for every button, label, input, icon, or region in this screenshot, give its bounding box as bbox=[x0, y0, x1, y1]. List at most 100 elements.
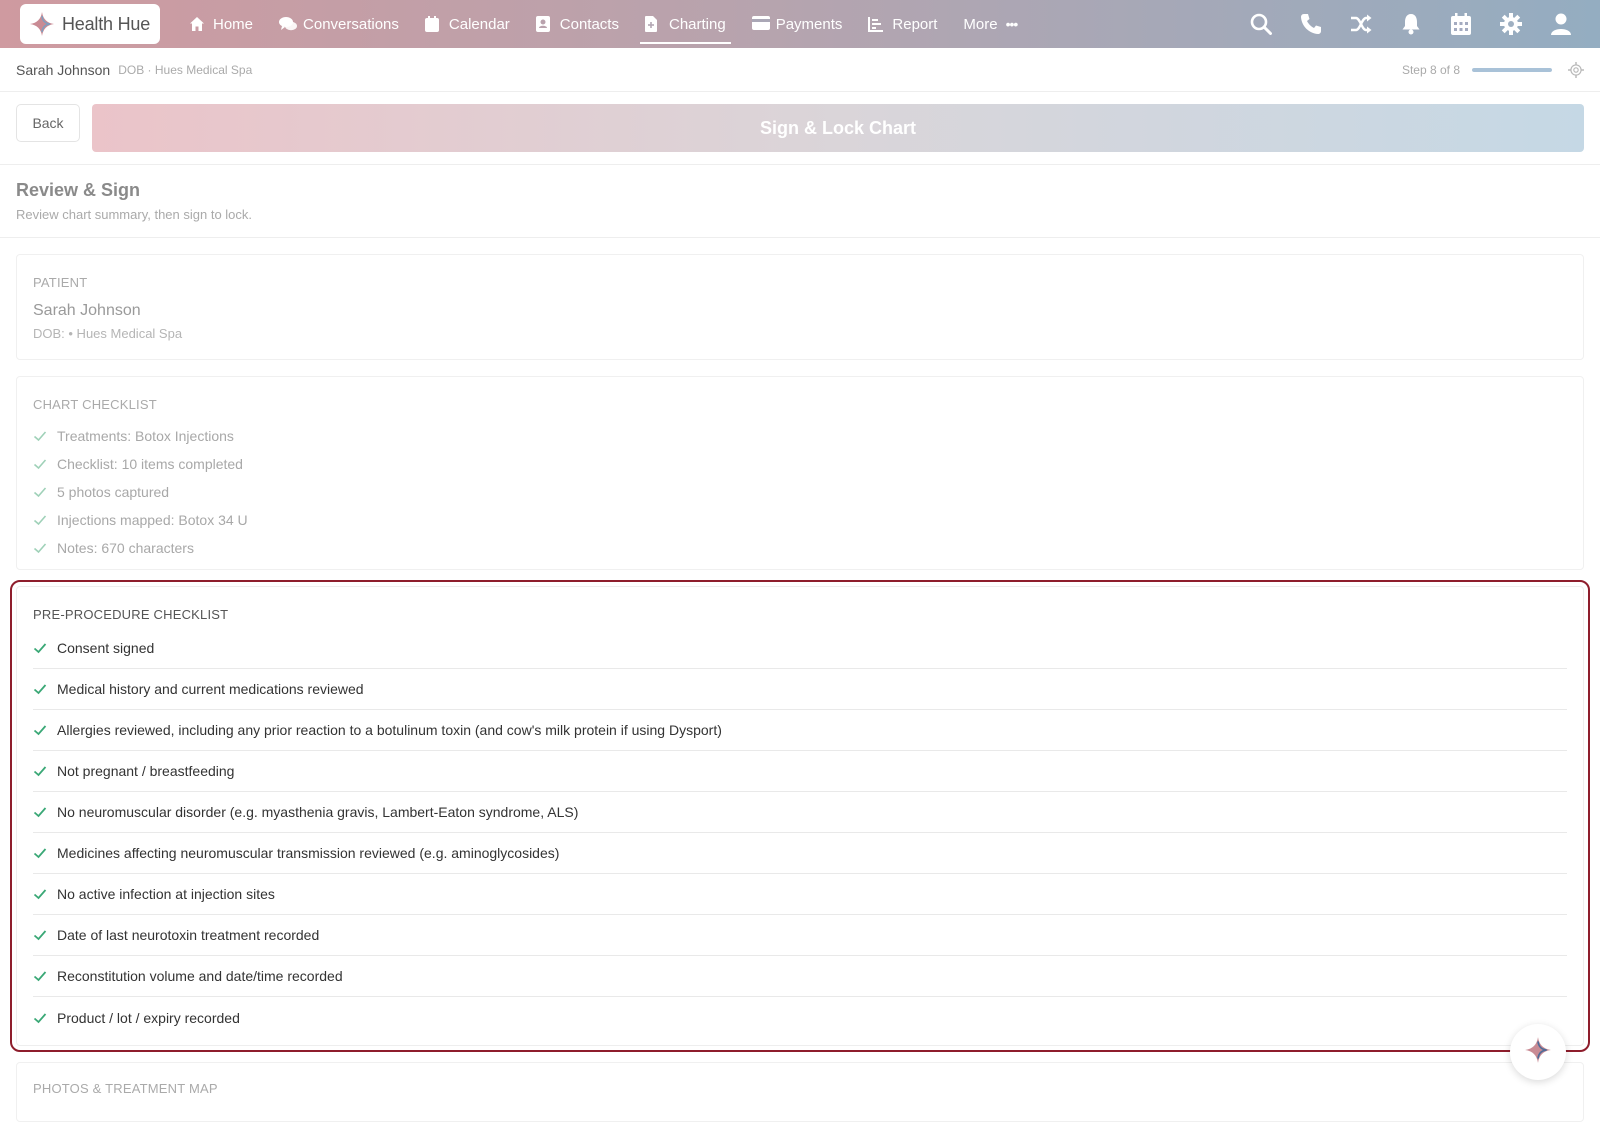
checklist-text: No neuromuscular disorder (e.g. myasthen… bbox=[57, 804, 579, 820]
page-title: Review & Sign bbox=[16, 180, 141, 200]
subheader-patient-meta: DOB · Hues Medical Spa bbox=[118, 62, 253, 77]
more-dots-icon: ••• bbox=[1005, 16, 1019, 32]
check-icon bbox=[33, 805, 47, 819]
check-icon bbox=[33, 429, 47, 443]
brand-name: Health Hue bbox=[62, 13, 151, 34]
list-item[interactable]: No neuromuscular disorder (e.g. myasthen… bbox=[33, 792, 1567, 833]
nav-item-report[interactable]: Report bbox=[855, 0, 950, 48]
checklist-text: Not pregnant / breastfeeding bbox=[57, 763, 235, 779]
nav-item-home[interactable]: Home bbox=[176, 0, 266, 48]
nav-right-icons bbox=[1236, 0, 1586, 48]
checklist-text: Notes: 670 characters bbox=[57, 540, 194, 556]
step-progress-fill bbox=[1472, 67, 1552, 72]
nav-item-payments[interactable]: Payments bbox=[739, 0, 856, 48]
action-row: Back Sign & Lock Chart bbox=[0, 92, 1600, 165]
photos-treatment-map-card: PHOTOS & TREATMENT MAP bbox=[16, 1062, 1584, 1122]
list-item: Treatments: Botox Injections bbox=[33, 422, 1567, 450]
list-item[interactable]: Allergies reviewed, including any prior … bbox=[33, 710, 1567, 751]
chart-checklist-list: Treatments: Botox Injections Checklist: … bbox=[33, 422, 1567, 562]
nav-item-label: Home bbox=[213, 15, 254, 33]
nav-item-conversations[interactable]: Conversations bbox=[266, 0, 412, 48]
nav-item-label: Payments bbox=[775, 15, 843, 33]
patient-subheader: Sarah Johnson DOB · Hues Medical Spa Ste… bbox=[0, 48, 1600, 92]
card-icon bbox=[751, 16, 770, 32]
bell-icon[interactable] bbox=[1386, 0, 1436, 48]
calendar-grid-icon[interactable] bbox=[1436, 0, 1486, 48]
phone-icon[interactable] bbox=[1286, 0, 1336, 48]
user-icon[interactable] bbox=[1536, 0, 1586, 48]
pre-procedure-list: Consent signed Medical history and curre… bbox=[33, 628, 1567, 1038]
check-icon bbox=[33, 457, 47, 471]
check-icon bbox=[33, 764, 47, 778]
checklist-text: Injections mapped: Botox 34 U bbox=[57, 512, 248, 528]
nav-item-label: Contacts bbox=[559, 15, 619, 33]
checklist-text: Reconstitution volume and date/time reco… bbox=[57, 968, 343, 984]
patient-name: Sarah Johnson bbox=[33, 302, 141, 319]
checklist-text: 5 photos captured bbox=[57, 484, 170, 500]
shuffle-icon[interactable] bbox=[1336, 0, 1386, 48]
report-icon bbox=[868, 16, 884, 32]
list-item: Injections mapped: Botox 34 U bbox=[33, 506, 1567, 534]
chat-icon bbox=[279, 16, 298, 32]
back-button[interactable]: Back bbox=[16, 104, 80, 142]
settings-gear-icon[interactable] bbox=[1568, 61, 1584, 78]
calendar-icon bbox=[424, 16, 441, 32]
logo-mark-icon bbox=[28, 10, 56, 38]
home-icon bbox=[189, 16, 205, 32]
list-item[interactable]: Consent signed bbox=[33, 628, 1567, 669]
nav-item-charting[interactable]: Charting bbox=[632, 0, 739, 48]
check-icon bbox=[33, 641, 47, 655]
checklist-text: Allergies reviewed, including any prior … bbox=[57, 722, 722, 738]
nav-item-label: Calendar bbox=[448, 15, 510, 33]
chart-checklist-title: CHART CHECKLIST bbox=[33, 397, 157, 412]
checklist-text: Product / lot / expiry recorded bbox=[57, 1009, 240, 1026]
nav-item-calendar[interactable]: Calendar bbox=[412, 0, 523, 48]
list-item: Notes: 670 characters bbox=[33, 534, 1567, 562]
check-icon bbox=[33, 846, 47, 860]
checklist-text: Date of last neurotoxin treatment record… bbox=[57, 927, 320, 943]
list-item[interactable]: Date of last neurotoxin treatment record… bbox=[33, 915, 1567, 956]
nav-item-contacts[interactable]: Contacts bbox=[523, 0, 632, 48]
list-item[interactable]: Product / lot / expiry recorded bbox=[33, 997, 1567, 1038]
step-progress-bar bbox=[1472, 67, 1552, 72]
subheader-patient-name: Sarah Johnson bbox=[16, 61, 111, 78]
checklist-text: No active infection at injection sites bbox=[57, 886, 275, 902]
list-item[interactable]: Reconstitution volume and date/time reco… bbox=[33, 956, 1567, 997]
brand-logo[interactable]: Health Hue bbox=[20, 4, 160, 44]
check-icon bbox=[33, 682, 47, 696]
sign-lock-chart-button[interactable]: Sign & Lock Chart bbox=[92, 104, 1584, 152]
list-item[interactable]: Not pregnant / breastfeeding bbox=[33, 751, 1567, 792]
patient-card-title: PATIENT bbox=[33, 275, 88, 290]
assistant-fab-button[interactable] bbox=[1510, 1024, 1566, 1080]
check-icon bbox=[33, 723, 47, 737]
list-item[interactable]: Medical history and current medications … bbox=[33, 669, 1567, 710]
check-icon bbox=[33, 541, 47, 555]
check-icon bbox=[33, 1011, 47, 1025]
checklist-text: Medicines affecting neuromuscular transm… bbox=[57, 845, 560, 861]
nav-item-label: More bbox=[963, 15, 998, 33]
nav-item-label: Report bbox=[892, 15, 938, 33]
list-item[interactable]: No active infection at injection sites bbox=[33, 874, 1567, 915]
search-icon[interactable] bbox=[1236, 0, 1286, 48]
pre-procedure-title: PRE-PROCEDURE CHECKLIST bbox=[33, 607, 229, 622]
nav-menu: Home Conversations Calendar Contacts Cha… bbox=[176, 0, 1030, 48]
check-icon bbox=[33, 887, 47, 901]
nav-item-more[interactable]: More ••• bbox=[950, 0, 1030, 48]
check-icon bbox=[33, 485, 47, 499]
contact-icon bbox=[535, 16, 552, 32]
document-icon bbox=[644, 16, 661, 32]
checklist-text: Treatments: Botox Injections bbox=[57, 428, 234, 444]
checklist-text: Consent signed bbox=[57, 640, 155, 656]
sparkle-logo-icon bbox=[1523, 1035, 1553, 1070]
list-item[interactable]: Medicines affecting neuromuscular transm… bbox=[33, 833, 1567, 874]
nav-item-label: Charting bbox=[668, 15, 726, 33]
check-icon bbox=[33, 928, 47, 942]
chart-checklist-card: CHART CHECKLIST Treatments: Botox Inject… bbox=[16, 376, 1584, 570]
page-header: Review & Sign Review chart summary, then… bbox=[0, 165, 1600, 238]
list-item: 5 photos captured bbox=[33, 478, 1567, 506]
photos-card-title: PHOTOS & TREATMENT MAP bbox=[33, 1081, 218, 1096]
pre-procedure-checklist-card: PRE-PROCEDURE CHECKLIST Consent signed M… bbox=[16, 586, 1584, 1046]
page-subtitle: Review chart summary, then sign to lock. bbox=[16, 207, 253, 222]
gear-icon[interactable] bbox=[1486, 0, 1536, 48]
step-text: Step 8 of 8 bbox=[1401, 62, 1460, 77]
